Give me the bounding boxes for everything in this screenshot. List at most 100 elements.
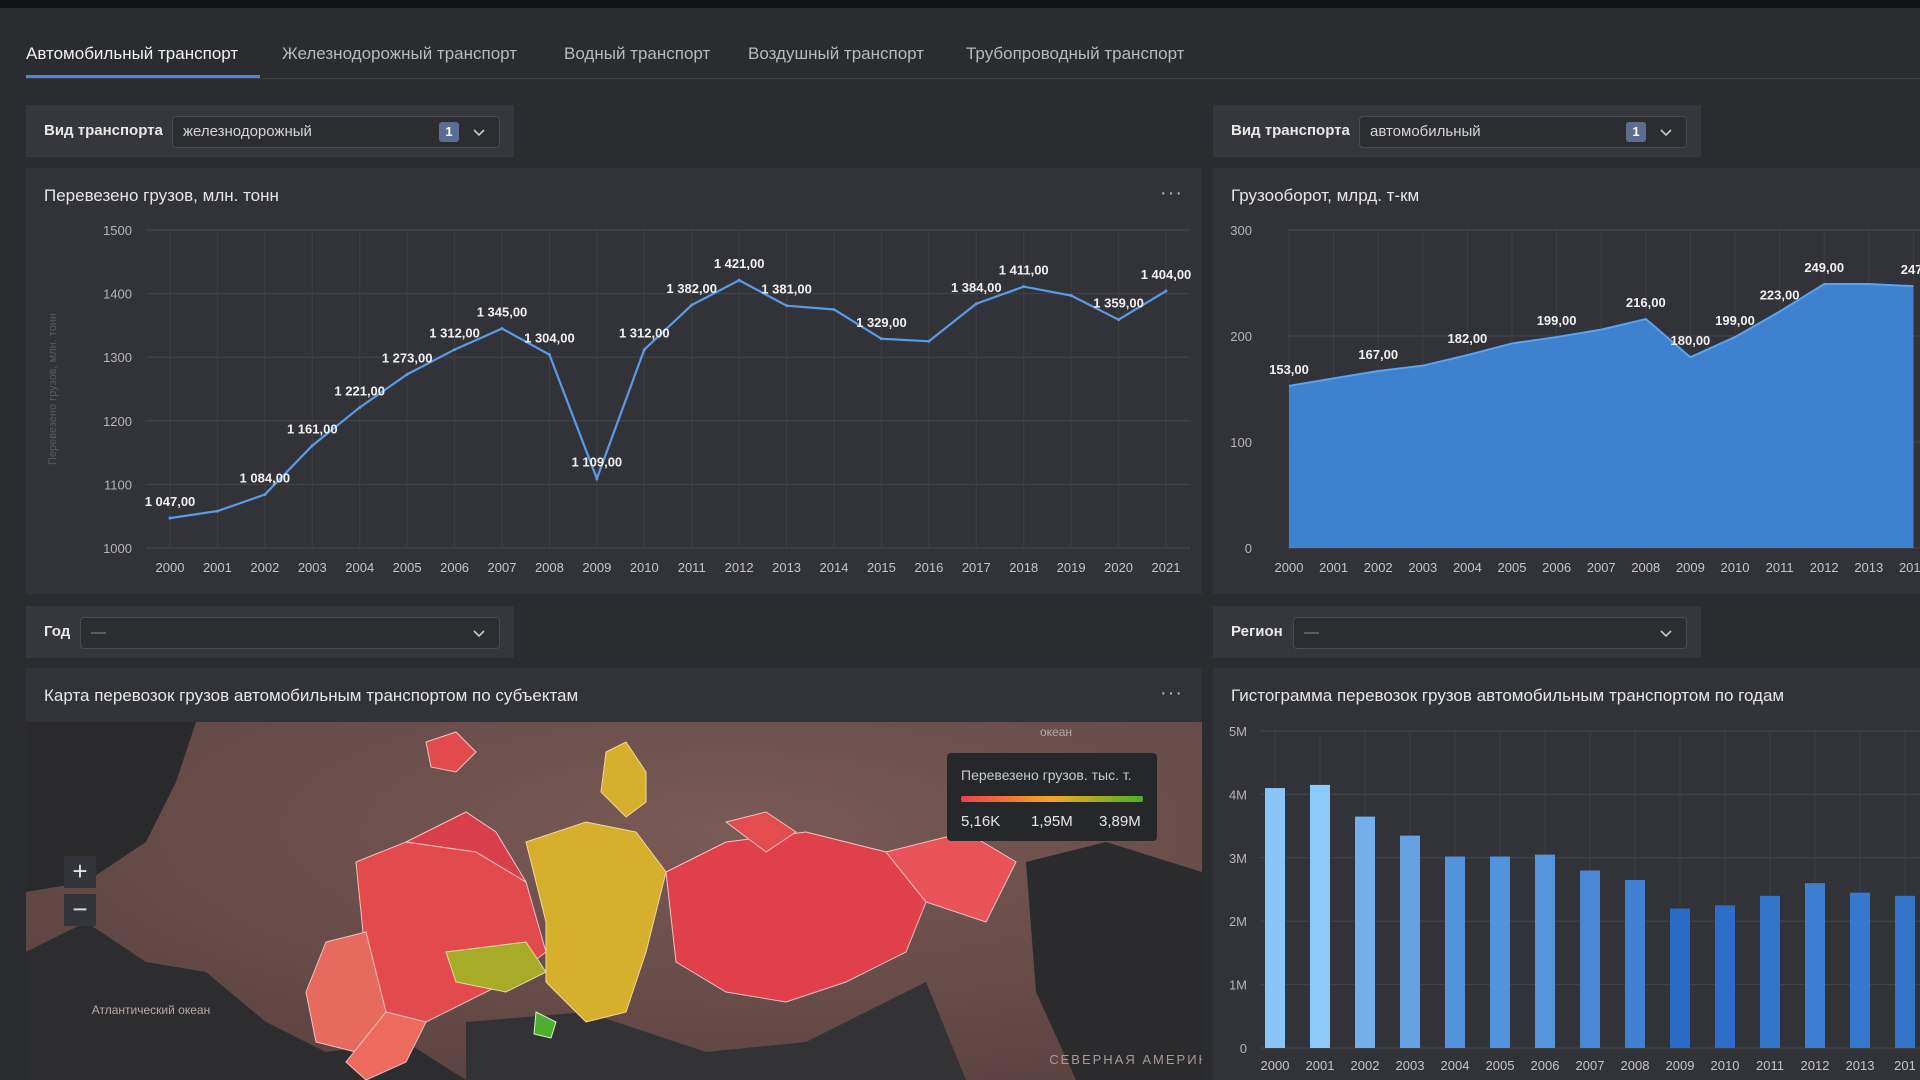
data-point: [215, 509, 219, 513]
data-label: 1 404,00: [1141, 267, 1192, 282]
y-tick-label: 0: [1245, 541, 1252, 556]
histogram-bar: [1580, 870, 1600, 1048]
x-tick-label: 2003: [1408, 560, 1437, 575]
y-tick-label: 1400: [103, 287, 132, 302]
more-options-icon[interactable]: ···: [1160, 682, 1183, 705]
map-label-atlantic: Атлантический океан: [92, 1003, 210, 1017]
histogram-bar: [1310, 784, 1330, 1048]
data-label: 1 312,00: [619, 326, 670, 341]
histogram-bar: [1400, 835, 1420, 1048]
x-tick-label: 2006: [1531, 1058, 1560, 1073]
cargo-line-chart: 1500 1400 1300 1200 1100 1000 2000 2001 2002 2003…: [47, 223, 1192, 575]
legend-color-scale: [961, 796, 1143, 802]
x-tick-label: 2020: [1104, 560, 1133, 575]
y-tick-label: 1300: [103, 350, 132, 365]
legend-title: Перевезено грузов. тыс. т.: [961, 767, 1132, 783]
data-point: [785, 304, 789, 308]
x-tick-label: 2010: [1721, 560, 1750, 575]
x-tick-label: 2011: [1756, 1058, 1784, 1073]
x-tick-label: 2010: [630, 560, 659, 575]
tab-rail-transport[interactable]: Железнодорожный транспорт: [282, 44, 517, 64]
y-tick-label: 3M: [1229, 851, 1247, 866]
transport-type-filter-left: Вид транспорта железнодорожный 1: [26, 105, 514, 157]
region-filter: Регион —: [1213, 606, 1701, 658]
x-tick-label: 2011: [1766, 560, 1794, 575]
transport-type-select[interactable]: железнодорожный 1: [172, 116, 500, 148]
data-label: 223,00: [1760, 288, 1800, 303]
y-tick-label: 1200: [103, 414, 132, 429]
data-point: [1164, 289, 1168, 293]
x-tick-label: 2003: [298, 560, 327, 575]
filter-label: Год: [44, 623, 71, 640]
data-point: [453, 348, 457, 352]
tab-bar: Автомобильный транспорт Железнодорожный …: [26, 30, 1920, 79]
x-tick-label: 2012: [1801, 1058, 1830, 1073]
x-tick-label: 2014: [820, 560, 849, 575]
histogram-bar: [1805, 883, 1825, 1048]
selected-count-badge: 1: [1626, 122, 1646, 142]
x-tick-label: 2004: [1441, 1058, 1470, 1073]
y-tick-label: 300: [1230, 223, 1252, 238]
y-tick-label: 0: [1240, 1041, 1247, 1056]
map-panel: Карта перевозок грузов автомобильным тра…: [26, 668, 1202, 1080]
data-point: [595, 477, 599, 481]
data-label: 1 109,00: [572, 455, 623, 470]
data-label: 1 345,00: [477, 305, 528, 320]
chevron-down-icon: [1660, 630, 1672, 638]
x-tick-label: 2008: [1621, 1058, 1650, 1073]
x-tick-label: 2009: [1666, 1058, 1695, 1073]
data-label: 1 384,00: [951, 280, 1002, 295]
x-tick-label: 2012: [725, 560, 754, 575]
data-label: 199,00: [1537, 313, 1577, 328]
histogram-bar: [1670, 908, 1690, 1048]
data-label: 1 084,00: [240, 471, 291, 486]
x-tick-label: 2014: [1899, 560, 1920, 575]
histogram-bar: [1535, 854, 1555, 1048]
data-point: [690, 303, 694, 307]
data-point: [832, 308, 836, 311]
tab-water-transport[interactable]: Водный транспорт: [564, 44, 710, 64]
data-label: 1 411,00: [999, 263, 1049, 278]
zoom-out-button[interactable]: −: [64, 894, 96, 926]
y-tick-label: 100: [1230, 435, 1252, 450]
x-tick-label: 2002: [250, 560, 279, 575]
x-tick-label: 2008: [535, 560, 564, 575]
transport-type-select[interactable]: автомобильный 1: [1359, 116, 1687, 148]
data-point: [1022, 285, 1026, 289]
tab-road-transport[interactable]: Автомобильный транспорт: [26, 44, 238, 64]
x-tick-label: 2017: [962, 560, 991, 575]
x-tick-label: 2005: [393, 560, 422, 575]
panel-title: Карта перевозок грузов автомобильным тра…: [44, 686, 579, 705]
y-tick-label: 1100: [104, 477, 132, 492]
data-label: 167,00: [1358, 347, 1398, 362]
data-label: 1 047,00: [145, 494, 196, 509]
x-tick-label: 2013: [772, 560, 801, 575]
year-select[interactable]: —: [80, 617, 500, 649]
select-value: железнодорожный: [183, 123, 312, 140]
x-tick-label: 2009: [1676, 560, 1705, 575]
x-tick-label: 2013: [1846, 1058, 1875, 1073]
cargo-line-chart-panel: Перевезено грузов, млн. тонн ··· 1500 140…: [26, 168, 1202, 594]
x-tick-label: 2003: [1396, 1058, 1425, 1073]
map-legend: Перевезено грузов. тыс. т. 5,16K 1,95M 3…: [947, 753, 1157, 841]
filter-label: Вид транспорта: [44, 122, 163, 139]
x-tick-label: 2012: [1810, 560, 1839, 575]
zoom-in-button[interactable]: +: [64, 856, 96, 888]
data-point: [1069, 294, 1073, 298]
histogram-bar: [1265, 788, 1285, 1048]
filter-label: Регион: [1231, 623, 1283, 640]
legend-min-value: 5,16K: [961, 813, 1001, 830]
data-label: 1 161,00: [287, 422, 338, 437]
region-select[interactable]: —: [1293, 617, 1687, 649]
data-label: 1 329,00: [856, 315, 907, 330]
y-axis-label: Перевезено грузов, млн. тонн: [47, 313, 59, 465]
chevron-down-icon: [473, 129, 485, 137]
y-tick-label: 1M: [1229, 978, 1247, 993]
data-label: 199,00: [1715, 313, 1755, 328]
cargo-series-line: [169, 278, 1167, 520]
data-point: [547, 353, 551, 357]
tab-pipeline-transport[interactable]: Трубопроводный транспорт: [966, 44, 1184, 64]
data-point: [405, 372, 409, 376]
y-tick-label: 1500: [103, 223, 132, 238]
tab-air-transport[interactable]: Воздушный транспорт: [748, 44, 924, 64]
